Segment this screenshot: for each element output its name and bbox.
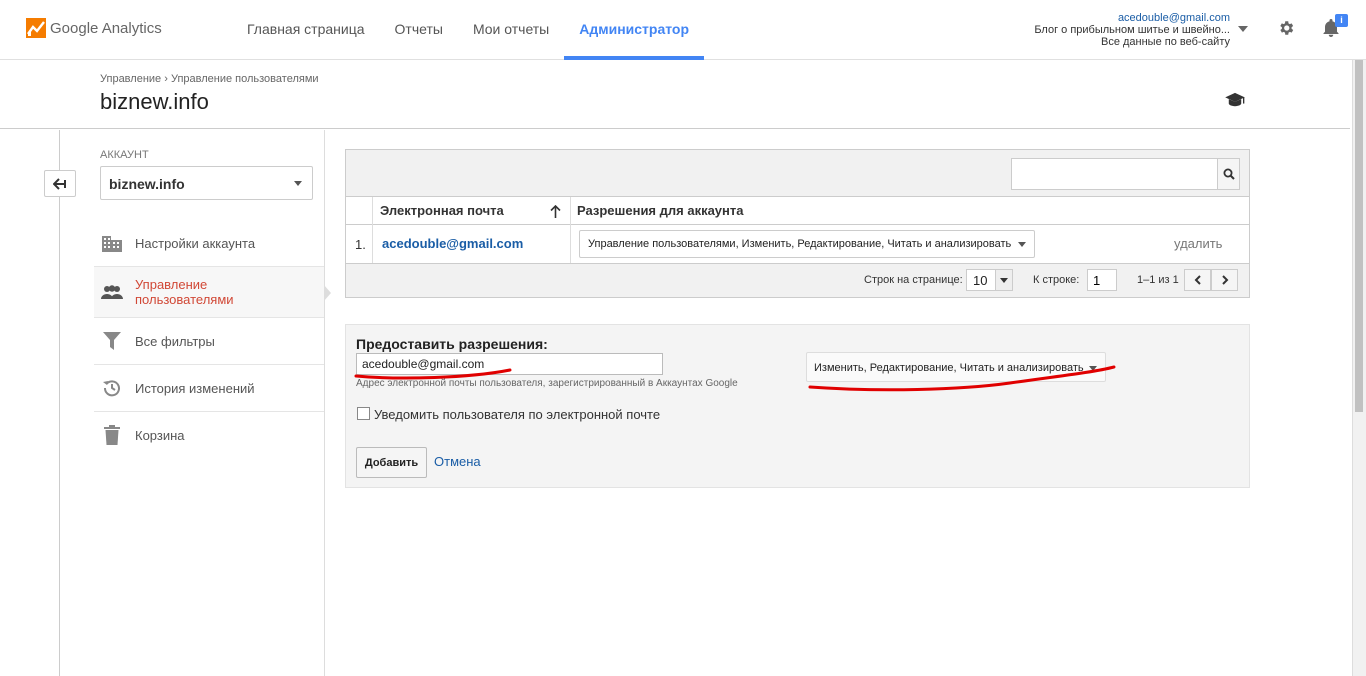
- google-analytics-logo[interactable]: Google Analytics: [26, 18, 162, 38]
- filter-icon: [101, 330, 123, 352]
- prev-page-button[interactable]: [1184, 269, 1211, 291]
- gear-icon[interactable]: [1277, 19, 1295, 37]
- table-row: 1. acedouble@gmail.com Управление пользо…: [346, 225, 1249, 264]
- sidebar-item-label: Настройки аккаунта: [135, 235, 256, 251]
- notify-checkbox-label[interactable]: Уведомить пользователя по электронной по…: [374, 407, 660, 422]
- left-divider: [59, 130, 60, 676]
- permissions-value: Управление пользователями, Изменить, Ред…: [588, 238, 1012, 250]
- sort-ascending-icon[interactable]: [550, 205, 561, 218]
- sidebar-divider: [324, 130, 325, 676]
- account-select-value: biznew.info: [109, 176, 185, 192]
- back-button[interactable]: [44, 170, 76, 197]
- chevron-right-icon: [1221, 275, 1228, 285]
- search-input[interactable]: [1011, 158, 1218, 190]
- people-icon: [101, 281, 123, 303]
- sidebar-item-label: Управление пользователями: [135, 277, 234, 307]
- goto-row-label: К строке:: [1033, 274, 1080, 286]
- notification-badge[interactable]: i: [1335, 14, 1348, 27]
- breadcrumb: Управление › Управление пользователями: [100, 73, 319, 85]
- chevron-down-icon: [1089, 366, 1097, 371]
- account-caret-icon[interactable]: [1238, 26, 1248, 32]
- nav-home[interactable]: Главная страница: [232, 0, 380, 60]
- table-pager: Строк на странице: 10 К строке: 1–1 из 1: [346, 264, 1249, 297]
- sidebar-separator: [94, 364, 324, 365]
- search-button[interactable]: [1217, 158, 1240, 190]
- nav-admin[interactable]: Администратор: [564, 0, 705, 60]
- sidebar-separator: [94, 411, 324, 412]
- grant-email-input[interactable]: [356, 353, 663, 375]
- sidebar-item-label: Все фильтры: [135, 333, 215, 349]
- sidebar-item-label: Корзина: [135, 427, 185, 443]
- breadcrumb-user-management[interactable]: Управление пользователями: [171, 73, 319, 85]
- next-page-button[interactable]: [1211, 269, 1238, 291]
- account-property: Блог о прибыльном шитье и швейно...: [1034, 24, 1230, 36]
- sidebar-item-trash[interactable]: Корзина: [94, 422, 324, 448]
- rows-per-page-select[interactable]: 10: [966, 269, 1013, 291]
- history-icon: [101, 377, 123, 399]
- account-switcher[interactable]: acedouble@gmail.com Блог о прибыльном ши…: [1034, 12, 1230, 48]
- scrollbar-thumb[interactable]: [1355, 60, 1363, 412]
- grant-permissions-select[interactable]: Изменить, Редактирование, Читать и анали…: [806, 352, 1106, 382]
- page-title: biznew.info: [100, 89, 209, 114]
- table-header: Электронная почта Разрешения для аккаунт…: [346, 197, 1249, 225]
- goto-row-input[interactable]: [1087, 269, 1117, 291]
- row-number: 1.: [355, 237, 366, 252]
- sidebar-item-user-management[interactable]: Управление пользователями: [94, 267, 324, 317]
- nav-reports[interactable]: Отчеты: [380, 0, 458, 60]
- page-range: 1–1 из 1: [1137, 274, 1179, 286]
- account-email: acedouble@gmail.com: [1117, 12, 1230, 24]
- grant-email-hint: Адрес электронной почты пользователя, за…: [356, 378, 738, 389]
- sidebar-separator: [94, 317, 324, 318]
- top-bar: Google Analytics Главная страница Отчеты…: [0, 0, 1366, 60]
- analytics-logo-icon: [26, 18, 46, 38]
- logo-text: Google Analytics: [50, 19, 162, 37]
- sidebar-item-filters[interactable]: Все фильтры: [94, 328, 324, 354]
- account-view: Все данные по веб-сайту: [1100, 36, 1230, 48]
- rows-per-page-value: 10: [973, 273, 988, 288]
- sidebar-item-label: История изменений: [135, 380, 255, 396]
- grant-permissions-form: Предоставить разрешения: Адрес электронн…: [345, 324, 1250, 488]
- column-header-email[interactable]: Электронная почта: [380, 203, 504, 218]
- breadcrumb-admin[interactable]: Управление: [100, 73, 161, 85]
- page-header: Управление › Управление пользователями b…: [0, 60, 1350, 129]
- nav-my-reports[interactable]: Мои отчеты: [458, 0, 564, 60]
- users-table: Электронная почта Разрешения для аккаунт…: [345, 149, 1250, 298]
- building-icon: [101, 232, 123, 254]
- main-nav: Главная страница Отчеты Мои отчеты Админ…: [232, 0, 705, 60]
- chevron-down-icon: [995, 270, 1012, 290]
- rows-per-page-label: Строк на странице:: [864, 274, 963, 286]
- active-item-indicator: [324, 285, 331, 301]
- user-email-link[interactable]: acedouble@gmail.com: [382, 236, 523, 251]
- chevron-down-icon: [294, 181, 302, 186]
- add-button[interactable]: Добавить: [356, 447, 427, 478]
- trash-icon: [101, 424, 123, 446]
- cancel-link[interactable]: Отмена: [434, 454, 481, 469]
- graduation-cap-icon[interactable]: [1224, 92, 1246, 108]
- user-permissions-select[interactable]: Управление пользователями, Изменить, Ред…: [579, 230, 1035, 258]
- back-arrow-icon: [53, 177, 66, 190]
- account-label: АККАУНТ: [100, 149, 149, 161]
- column-header-permissions: Разрешения для аккаунта: [577, 203, 744, 218]
- chevron-left-icon: [1194, 275, 1201, 285]
- grant-permissions-value: Изменить, Редактирование, Читать и анали…: [814, 362, 1084, 374]
- grant-title: Предоставить разрешения:: [356, 336, 548, 352]
- table-toolbar: [346, 150, 1249, 197]
- delete-user-link[interactable]: удалить: [1174, 236, 1222, 251]
- sidebar-item-history[interactable]: История изменений: [94, 375, 324, 401]
- notify-checkbox[interactable]: [357, 407, 370, 420]
- breadcrumb-separator: ›: [164, 73, 168, 85]
- chevron-down-icon: [1018, 242, 1026, 247]
- sidebar-item-account-settings[interactable]: Настройки аккаунта: [94, 230, 324, 256]
- account-select[interactable]: biznew.info: [100, 166, 313, 200]
- search-icon: [1223, 168, 1235, 180]
